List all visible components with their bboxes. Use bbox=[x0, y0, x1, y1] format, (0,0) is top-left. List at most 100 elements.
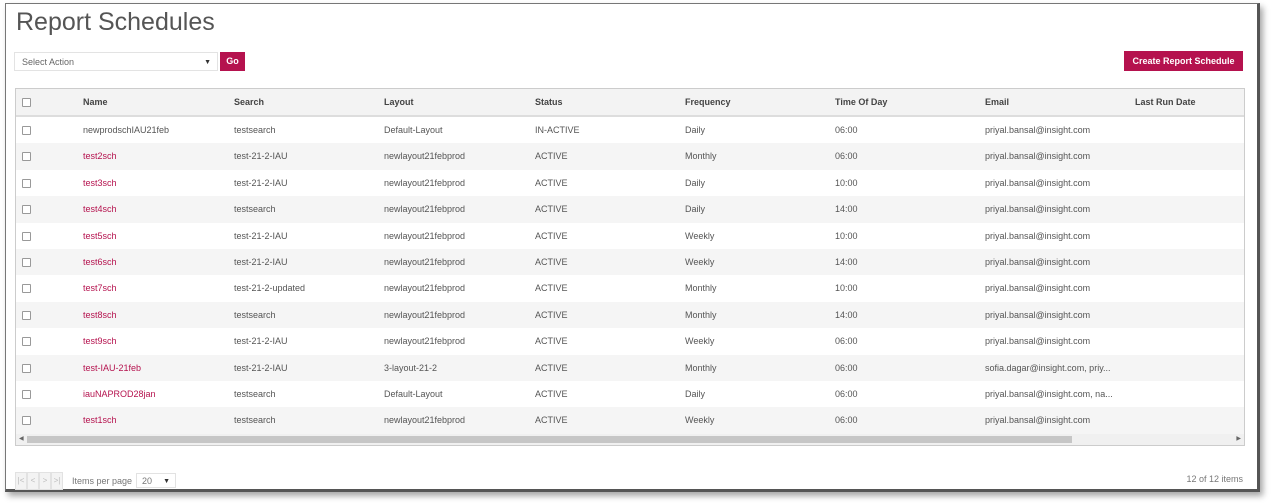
schedule-name-link[interactable]: test5sch bbox=[83, 223, 117, 249]
cell-email: sofia.dagar@insight.com, priy... bbox=[985, 362, 1111, 373]
select-action-dropdown[interactable]: Select Action ▼ bbox=[14, 52, 218, 71]
schedule-name-link[interactable]: test7sch bbox=[83, 275, 117, 301]
table-row[interactable]: test9sch test-21-2-IAU newlayout21febprod A… bbox=[16, 328, 1244, 354]
table-row[interactable]: test8sch testsearch newlayout21febprod ACTI… bbox=[16, 301, 1244, 329]
cell-frequency: Daily bbox=[685, 204, 706, 215]
cell-search: testsearch bbox=[234, 389, 276, 399]
cell-status: ACTIVE bbox=[535, 177, 568, 188]
row-checkbox[interactable] bbox=[22, 258, 31, 267]
create-report-schedule-button[interactable]: Create Report Schedule bbox=[1124, 51, 1243, 71]
first-page-button[interactable]: |< bbox=[15, 471, 27, 490]
table-row[interactable]: newprodschIAU21feb testsearch Default-Layo… bbox=[16, 117, 1244, 143]
cell-frequency: Weekly bbox=[685, 230, 715, 241]
cell-email: priyal.bansal@insight.com bbox=[985, 309, 1091, 320]
cell-layout: newlayout21febprod bbox=[384, 309, 466, 320]
cell-search: testsearch bbox=[234, 309, 276, 320]
go-button[interactable]: Go bbox=[220, 52, 245, 71]
cell-status: ACTIVE bbox=[535, 415, 568, 426]
row-checkbox[interactable] bbox=[22, 152, 31, 162]
row-checkbox[interactable] bbox=[22, 310, 31, 320]
cell-time-of-day: 06:00 bbox=[835, 389, 858, 399]
column-header-frequency[interactable]: Frequency bbox=[685, 89, 731, 115]
schedule-name-link[interactable]: test3sch bbox=[83, 170, 117, 196]
table-row[interactable]: test5sch test-21-2-IAU newlayout21febprod A… bbox=[16, 223, 1244, 249]
table-row[interactable]: test2sch test-21-2-IAU newlayout21febprod A… bbox=[16, 143, 1244, 170]
column-header-time-of-day[interactable]: Time Of Day bbox=[835, 89, 887, 115]
cell-search: test-21-2-IAU bbox=[234, 362, 288, 373]
cell-layout: newlayout21febprod bbox=[384, 283, 466, 294]
row-checkbox[interactable] bbox=[22, 416, 31, 426]
items-count: 12 of 12 items bbox=[1186, 474, 1243, 484]
cell-status: ACTIVE bbox=[535, 257, 568, 267]
cell-status: ACTIVE bbox=[535, 336, 568, 347]
select-all-checkbox[interactable] bbox=[22, 98, 31, 107]
row-checkbox[interactable] bbox=[22, 363, 31, 373]
row-checkbox[interactable] bbox=[22, 337, 31, 347]
table-row[interactable]: test1sch testsearch newlayout21febprod ACTI… bbox=[16, 407, 1244, 434]
cell-time-of-day: 14:00 bbox=[835, 204, 858, 215]
caret-down-icon: ▼ bbox=[204, 59, 211, 66]
schedule-name-link[interactable]: test2sch bbox=[83, 143, 117, 169]
scrollbar-thumb[interactable] bbox=[27, 436, 1072, 443]
column-header-email[interactable]: Email bbox=[985, 89, 1009, 115]
cell-layout: Default-Layout bbox=[384, 125, 443, 135]
cell-search: test-21-2-updated bbox=[234, 283, 306, 294]
next-page-button[interactable]: > bbox=[39, 471, 51, 490]
items-per-page-label: Items per page bbox=[72, 475, 133, 486]
items-per-page-value: 20 bbox=[142, 476, 153, 486]
cell-frequency: Weekly bbox=[685, 336, 715, 347]
cell-email: priyal.bansal@insight.com bbox=[985, 257, 1091, 267]
schedule-name-link[interactable]: test9sch bbox=[83, 328, 117, 354]
cell-time-of-day: 06:00 bbox=[835, 415, 858, 426]
table-row[interactable]: test4sch testsearch newlayout21febprod ACTI… bbox=[16, 196, 1244, 223]
row-checkbox[interactable] bbox=[22, 126, 31, 135]
cell-frequency: Weekly bbox=[685, 257, 715, 267]
cell-search: test-21-2-IAU bbox=[234, 230, 288, 241]
cell-email: priyal.bansal@insight.com bbox=[985, 336, 1091, 347]
table-row[interactable]: test3sch test-21-2-IAU newlayout21febprod A… bbox=[16, 170, 1244, 196]
schedule-name-link[interactable]: test6sch bbox=[83, 249, 117, 275]
row-checkbox[interactable] bbox=[22, 178, 31, 188]
column-header-search[interactable]: Search bbox=[234, 89, 264, 115]
schedule-name-link[interactable]: test8sch bbox=[83, 302, 117, 328]
schedule-name-link[interactable]: test4sch bbox=[83, 196, 117, 222]
cell-time-of-day: 10:00 bbox=[835, 177, 858, 188]
schedule-name-link[interactable]: test-IAU-21feb bbox=[83, 355, 141, 381]
pagination: |< < > >| Items per page 20 ▼ bbox=[15, 471, 177, 490]
column-header-name[interactable]: Name bbox=[83, 89, 108, 115]
cell-search: test-21-2-IAU bbox=[234, 151, 288, 162]
row-checkbox[interactable] bbox=[22, 231, 31, 241]
cell-email: priyal.bansal@insight.com bbox=[985, 283, 1091, 294]
prev-page-button[interactable]: < bbox=[27, 471, 39, 490]
cell-time-of-day: 10:00 bbox=[835, 283, 858, 294]
row-checkbox[interactable] bbox=[22, 390, 31, 399]
column-header-last-run-date[interactable]: Last Run Date bbox=[1135, 89, 1196, 115]
select-action-placeholder: Select Action bbox=[22, 57, 75, 67]
cell-layout: newlayout21febprod bbox=[384, 177, 466, 188]
schedule-name-link[interactable]: test1sch bbox=[83, 407, 117, 433]
column-header-layout[interactable]: Layout bbox=[384, 89, 414, 115]
cell-email: priyal.bansal@insight.com bbox=[985, 204, 1091, 215]
horizontal-scrollbar[interactable]: ◀ ▶ bbox=[16, 434, 1244, 445]
cell-status: IN-ACTIVE bbox=[535, 125, 580, 135]
cell-time-of-day: 14:00 bbox=[835, 257, 858, 267]
row-checkbox[interactable] bbox=[22, 284, 31, 294]
cell-layout: 3-layout-21-2 bbox=[384, 362, 438, 373]
table-row[interactable]: test-IAU-21feb test-21-2-IAU 3-layout-21-2… bbox=[16, 354, 1244, 381]
row-checkbox[interactable] bbox=[22, 205, 31, 215]
items-per-page-select[interactable]: 20 ▼ bbox=[136, 473, 177, 488]
table-row[interactable]: test6sch test-21-2-IAU newlayout21febprod A… bbox=[16, 249, 1244, 276]
table-row[interactable]: iauNAPROD28jan testsearch Default-Layout AC… bbox=[16, 381, 1244, 407]
cell-search: test-21-2-IAU bbox=[234, 336, 288, 347]
schedule-name-link[interactable]: iauNAPROD28jan bbox=[83, 381, 156, 407]
table-row[interactable]: test7sch test-21-2-updated newlayout21febp… bbox=[16, 275, 1244, 301]
cell-frequency: Daily bbox=[685, 389, 706, 399]
cell-email: priyal.bansal@insight.com bbox=[985, 151, 1091, 162]
column-header-status[interactable]: Status bbox=[535, 89, 563, 115]
cell-frequency: Monthly bbox=[685, 362, 717, 373]
scroll-right-icon[interactable]: ▶ bbox=[1236, 434, 1241, 445]
cell-status: ACTIVE bbox=[535, 362, 568, 373]
cell-status: ACTIVE bbox=[535, 151, 568, 162]
scroll-left-icon[interactable]: ◀ bbox=[19, 434, 24, 445]
last-page-button[interactable]: >| bbox=[51, 471, 63, 490]
